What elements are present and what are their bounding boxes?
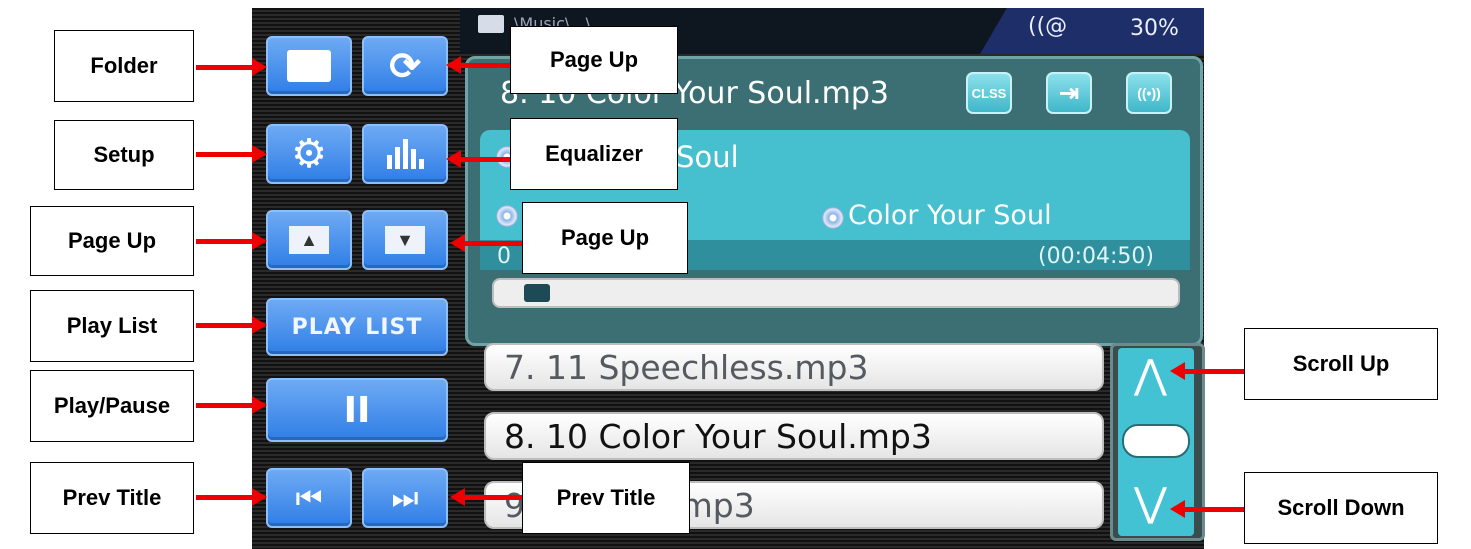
callout-text: Play List [66, 313, 158, 338]
album-title-line: Color Your Soul [848, 200, 1052, 231]
arrow-page-up-left-head [252, 232, 267, 250]
callout-play-pause: Play/Pause [30, 370, 194, 442]
callout-scroll-down: Scroll Down [1244, 472, 1438, 544]
play-list-label: PLAY LIST [291, 314, 423, 340]
elapsed-time: 0 [497, 244, 511, 269]
callout-text: Page Up [549, 47, 639, 72]
folder-icon [287, 50, 331, 82]
callout-page-up-right: Page Up [522, 202, 688, 274]
pause-icon: II [343, 389, 371, 431]
callout-scroll-up: Scroll Up [1244, 328, 1438, 400]
shuffle-icon: ⇥ [1058, 79, 1080, 107]
scroll-thumb[interactable] [1122, 424, 1190, 458]
setup-button[interactable]: ⚙ [266, 124, 352, 184]
folder-path-icon [478, 14, 504, 33]
classic-mode-button[interactable]: CLSS [966, 72, 1012, 114]
callout-text: Setup [93, 142, 155, 167]
arrow-folder-head [252, 58, 267, 76]
clss-icon: CLSS [971, 85, 1007, 101]
callout-text: Scroll Down [1277, 495, 1405, 520]
callout-text: Scroll Up [1292, 351, 1390, 376]
scroll-down-button[interactable]: ⋁ [1134, 480, 1167, 526]
arrow-page-up-right [464, 241, 522, 246]
progress-bar[interactable] [492, 278, 1180, 308]
playlist-item-text: 7. 11 Speechless.mp3 [504, 348, 869, 387]
page-up-button[interactable]: ▲ [266, 210, 352, 270]
folder-button[interactable] [266, 36, 352, 96]
callout-prev-title-right: Prev Title [522, 462, 690, 534]
playlist-item-text: 8. 10 Color Your Soul.mp3 [504, 417, 932, 456]
arrow-setup [196, 152, 252, 157]
callout-text: Prev Title [62, 485, 162, 510]
callout-equalizer: Equalizer [510, 118, 678, 190]
callout-play-list: Play List [30, 290, 194, 362]
signal-icon: ((@ [1028, 14, 1068, 39]
arrow-page-up-right-head [450, 234, 465, 252]
arrow-scroll-up-head [1170, 362, 1185, 380]
arrow-play-list [196, 323, 252, 328]
callout-prev-title-left: Prev Title [30, 462, 194, 534]
equalizer-button[interactable] [362, 124, 448, 184]
callout-page-up-left: Page Up [30, 206, 194, 276]
arrow-prev-title-left-head [252, 488, 267, 506]
callout-page-up-top: Page Up [510, 26, 678, 94]
callout-text: Equalizer [545, 141, 643, 166]
gear-icon: ⚙ [291, 132, 327, 176]
disc-icon-3 [822, 207, 844, 229]
prev-title-button[interactable]: ⏮ [266, 468, 352, 528]
arrow-prev-title-right-head [450, 488, 465, 506]
arrow-scroll-up [1184, 369, 1244, 374]
arrow-prev-title-right [464, 495, 522, 500]
arrow-play-pause-head [252, 396, 267, 414]
play-pause-button[interactable]: II [266, 378, 448, 442]
arrow-equalizer [460, 157, 510, 162]
next-icon: ⏭ [391, 480, 419, 516]
scroll-up-button[interactable]: ⋀ [1134, 352, 1167, 398]
repeat-button[interactable]: ⟳ [362, 36, 448, 96]
repeat-icon: ⟳ [389, 45, 421, 88]
disc-icon-2 [496, 205, 518, 227]
battery-level: 30% [1130, 16, 1179, 41]
equalizer-icon [386, 139, 424, 169]
callout-text: Page Up [67, 228, 157, 253]
prev-icon: ⏮ [295, 480, 323, 516]
arrow-play-list-head [252, 316, 267, 334]
arrow-equalizer-head [446, 150, 461, 168]
total-time: (00:04:50) [1038, 244, 1154, 269]
callout-setup: Setup [54, 120, 194, 190]
play-list-button[interactable]: PLAY LIST [266, 298, 448, 356]
callout-text: Page Up [560, 225, 650, 250]
arrow-prev-title-left [196, 495, 252, 500]
next-title-button[interactable]: ⏭ [362, 468, 448, 528]
progress-knob[interactable] [524, 284, 550, 302]
callout-folder: Folder [54, 30, 194, 102]
surround-icon: ((•)) [1137, 85, 1161, 101]
callout-text: Folder [90, 53, 158, 78]
surround-button[interactable]: ((•)) [1126, 72, 1172, 114]
shuffle-button[interactable]: ⇥ [1046, 72, 1092, 114]
arrow-page-up-top-head [446, 56, 461, 74]
arrow-folder [196, 65, 252, 70]
arrow-page-up-left [196, 239, 252, 244]
page-down-icon: ▼ [385, 226, 425, 254]
page-down-button[interactable]: ▼ [362, 210, 448, 270]
callout-text: Play/Pause [53, 393, 171, 418]
callout-text: Prev Title [556, 485, 656, 510]
arrow-scroll-down [1184, 507, 1244, 512]
arrow-scroll-down-head [1170, 500, 1185, 518]
arrow-play-pause [196, 403, 252, 408]
playlist-item-selected[interactable]: 8. 10 Color Your Soul.mp3 [484, 412, 1104, 460]
page-up-icon: ▲ [289, 226, 329, 254]
arrow-page-up-top [460, 63, 510, 68]
playlist-item[interactable]: 7. 11 Speechless.mp3 [484, 343, 1104, 391]
arrow-setup-head [252, 145, 267, 163]
